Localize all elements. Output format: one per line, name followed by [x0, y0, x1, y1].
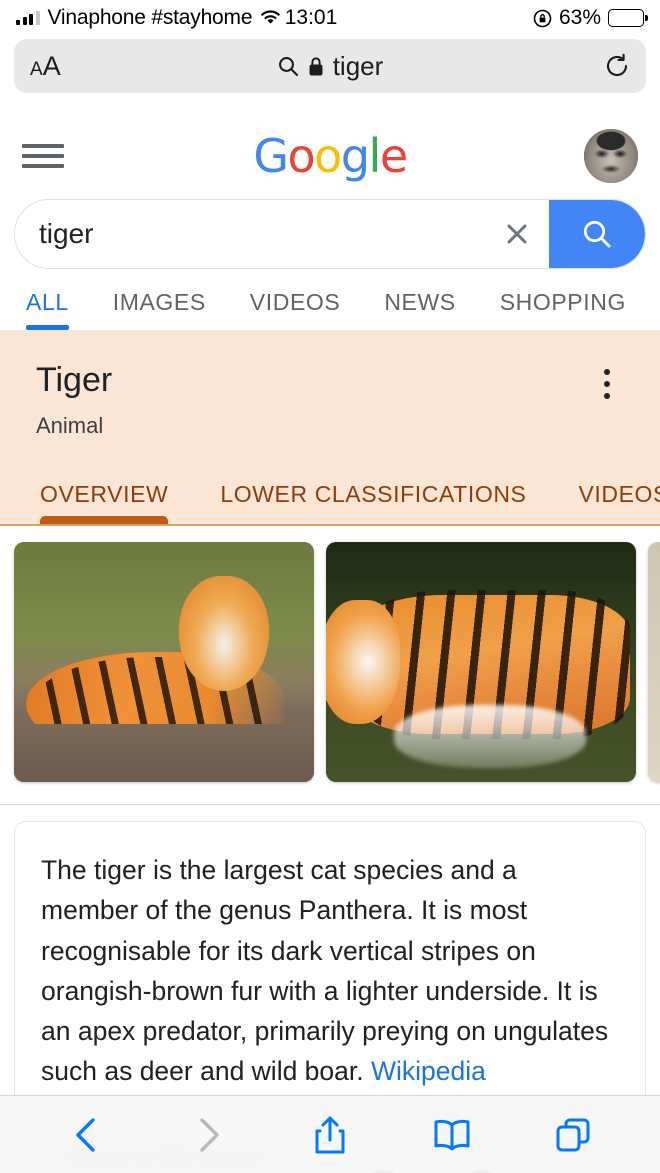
tab-shopping[interactable]: SHOPPING — [478, 289, 648, 330]
carousel-image-1[interactable] — [14, 542, 314, 782]
tab-news[interactable]: NEWS — [362, 289, 477, 330]
reload-icon[interactable] — [604, 53, 630, 79]
forward-button[interactable] — [180, 1107, 236, 1163]
tabs-button[interactable] — [545, 1107, 601, 1163]
safari-bottom-toolbar — [0, 1095, 660, 1173]
wikipedia-link[interactable]: Wikipedia — [371, 1056, 486, 1086]
image-carousel[interactable] — [0, 526, 660, 804]
kp-tab-overview[interactable]: OVERVIEW — [14, 481, 194, 524]
section-divider — [0, 804, 660, 805]
google-header: Google — [0, 105, 660, 191]
back-button[interactable] — [59, 1107, 115, 1163]
page-title: Tiger — [36, 361, 113, 399]
tab-videos[interactable]: VIDEOS — [228, 289, 363, 330]
google-search-page: Google tiger ALL IMAGES VIDEOS NEWS SHOP… — [0, 105, 660, 1173]
avatar[interactable] — [584, 129, 638, 183]
rotation-lock-icon — [533, 8, 552, 28]
url-bar-container: AA tiger — [0, 35, 660, 105]
search-submit-button[interactable] — [549, 200, 645, 268]
close-icon[interactable] — [485, 218, 549, 250]
carousel-image-3[interactable] — [648, 542, 660, 782]
carrier-label: Vinaphone #stayhome — [47, 5, 253, 29]
tab-all[interactable]: ALL — [14, 289, 91, 330]
tab-images[interactable]: IMAGES — [91, 289, 228, 330]
text-size-button[interactable]: AA — [30, 51, 61, 82]
tab-books[interactable]: BO — [648, 289, 660, 330]
search-result-tabs: ALL IMAGES VIDEOS NEWS SHOPPING BO — [0, 269, 660, 331]
kp-tab-videos[interactable]: VIDEOS — [552, 481, 660, 524]
knowledge-panel-tabs: OVERVIEW LOWER CLASSIFICATIONS VIDEOS — [0, 481, 660, 526]
entity-type-label: Animal — [36, 413, 104, 438]
three-dots-icon[interactable] — [590, 361, 624, 399]
carousel-image-2[interactable] — [326, 542, 636, 782]
search-box-container: tiger — [0, 191, 660, 269]
url-bar[interactable]: AA tiger — [14, 39, 646, 93]
search-box[interactable]: tiger — [14, 199, 646, 269]
knowledge-panel: Tiger Animal OVERVIEW LOWER CLASSIFICATI… — [0, 331, 660, 526]
knowledge-panel-titles: Tiger Animal — [36, 361, 112, 439]
share-button[interactable] — [302, 1107, 358, 1163]
battery-icon — [608, 8, 648, 27]
safari-browser-screen: Vinaphone #stayhome 13:01 63% AA tiger G… — [0, 0, 660, 1173]
description-text: The tiger is the largest cat species and… — [41, 850, 619, 1092]
knowledge-panel-header: Tiger Animal — [0, 361, 660, 439]
search-icon — [278, 57, 298, 77]
lock-icon — [308, 56, 324, 77]
signal-bars-icon — [16, 10, 40, 25]
battery-percent-label: 63% — [558, 5, 601, 29]
ios-status-bar: Vinaphone #stayhome 13:01 63% — [0, 0, 660, 35]
status-right: 63% — [533, 5, 648, 30]
google-logo: Google — [253, 129, 408, 183]
search-icon — [583, 220, 611, 248]
url-text: tiger — [332, 50, 384, 81]
search-input[interactable]: tiger — [15, 218, 485, 250]
wifi-icon — [260, 10, 281, 25]
bookmarks-button[interactable] — [424, 1107, 480, 1163]
kp-tab-lower-classifications[interactable]: LOWER CLASSIFICATIONS — [194, 481, 552, 524]
status-left: Vinaphone #stayhome — [16, 6, 281, 30]
url-display: tiger — [14, 51, 646, 82]
description-body: The tiger is the largest cat species and… — [41, 855, 609, 1087]
